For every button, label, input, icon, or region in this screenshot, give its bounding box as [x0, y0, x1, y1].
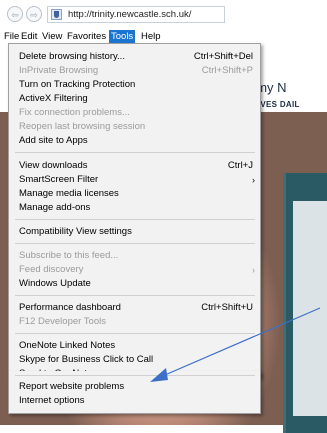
menu-item-manage-media-licenses[interactable]: Manage media licenses — [9, 188, 260, 200]
url-text: http://trinity.newcastle.sch.uk/ — [68, 9, 192, 20]
menu-item-label: Delete browsing history... — [19, 51, 125, 62]
menu-favorites[interactable]: Favorites — [67, 30, 106, 43]
menu-item-manage-add-ons[interactable]: Manage add-ons — [9, 202, 260, 214]
menu-view[interactable]: View — [42, 30, 62, 43]
menu-item-label: Add site to Apps — [19, 135, 88, 146]
menu-item-label: Manage media licenses — [19, 188, 119, 199]
menu-item-shortcut: Ctrl+Shift+P — [201, 65, 253, 76]
menu-item-performance-dashboard[interactable]: Performance dashboard Ctrl+Shift+U — [9, 302, 260, 314]
menu-item-label: Skype for Business Click to Call — [19, 354, 154, 365]
back-arrow-icon: ⇦ — [11, 10, 19, 20]
menu-separator — [15, 219, 255, 220]
menu-item-label: OneNote Linked Notes — [19, 340, 116, 351]
menu-item-label: Compatibility View settings — [19, 226, 132, 237]
menu-item-onenote-linked-notes[interactable]: OneNote Linked Notes — [9, 340, 260, 352]
menu-separator — [15, 152, 255, 153]
site-favicon-icon — [51, 9, 62, 20]
back-button[interactable]: ⇦ — [7, 6, 23, 22]
address-toolbar: ⇦ ⇨ http://trinity.newcastle.sch.uk/ — [0, 0, 327, 29]
menu-item-label: Performance dashboard — [19, 302, 121, 313]
menu-item-tracking-protection[interactable]: Turn on Tracking Protection — [9, 79, 260, 91]
menu-item-label: View downloads — [19, 160, 88, 171]
menu-item-label: Subscribe to this feed... — [19, 250, 119, 261]
submenu-arrow-icon: › — [252, 265, 255, 275]
menu-item-compatibility-view[interactable]: Compatibility View settings — [9, 226, 260, 238]
menu-separator — [15, 375, 255, 376]
menu-item-label: F12 Developer Tools — [19, 316, 106, 327]
menu-item-add-site-to-apps[interactable]: Add site to Apps — [9, 135, 260, 147]
menu-edit[interactable]: Edit — [21, 30, 37, 43]
menu-item-inprivate-browsing[interactable]: InPrivate Browsing Ctrl+Shift+P — [9, 65, 260, 77]
menu-item-label: SmartScreen Filter — [19, 174, 99, 185]
photo-frame-inner — [293, 201, 327, 416]
menu-separator — [15, 333, 255, 334]
menu-item-label: Manage add-ons — [19, 202, 91, 213]
menu-bar: File Edit View Favorites Tools Help — [0, 30, 327, 43]
menu-item-fix-connection[interactable]: Fix connection problems... — [9, 107, 260, 119]
menu-item-shortcut: Ctrl+J — [227, 160, 253, 171]
menu-item-label: Windows Update — [19, 278, 91, 289]
address-bar[interactable]: http://trinity.newcastle.sch.uk/ — [47, 6, 225, 23]
menu-item-internet-options[interactable]: Internet options — [9, 395, 260, 407]
menu-item-reopen-session[interactable]: Reopen last browsing session — [9, 121, 260, 133]
tools-dropdown-menu-bottom: Report website problems Internet options — [8, 371, 261, 414]
menu-item-f12-developer-tools[interactable]: F12 Developer Tools — [9, 316, 260, 328]
menu-item-skype-click-to-call[interactable]: Skype for Business Click to Call — [9, 354, 260, 366]
menu-item-label: Feed discovery — [19, 264, 84, 275]
menu-item-label: Turn on Tracking Protection — [19, 79, 136, 90]
menu-item-label: Fix connection problems... — [19, 107, 130, 118]
forward-button[interactable]: ⇨ — [26, 6, 42, 22]
menu-tools[interactable]: Tools — [109, 30, 136, 43]
menu-item-report-website-problems[interactable]: Report website problems — [9, 381, 260, 393]
menu-item-activex-filtering[interactable]: ActiveX Filtering — [9, 93, 260, 105]
menu-item-shortcut: Ctrl+Shift+U — [201, 302, 253, 313]
menu-item-view-downloads[interactable]: View downloads Ctrl+J — [9, 160, 260, 172]
menu-item-feed-discovery[interactable]: Feed discovery › — [9, 264, 260, 276]
menu-item-windows-update[interactable]: Windows Update — [9, 278, 260, 290]
menu-item-smartscreen-filter[interactable]: SmartScreen Filter › — [9, 174, 260, 186]
menu-item-shortcut: Ctrl+Shift+Del — [193, 51, 253, 62]
menu-item-subscribe-feed[interactable]: Subscribe to this feed... — [9, 250, 260, 262]
menu-help[interactable]: Help — [141, 30, 161, 43]
menu-file[interactable]: File — [4, 30, 19, 43]
menu-item-label: ActiveX Filtering — [19, 93, 88, 104]
tools-dropdown-menu: Delete browsing history... Ctrl+Shift+De… — [8, 43, 261, 379]
menu-item-label: Internet options — [19, 395, 85, 406]
menu-separator — [15, 243, 255, 244]
forward-arrow-icon: ⇨ — [30, 10, 38, 20]
menu-item-label: InPrivate Browsing — [19, 65, 99, 76]
menu-item-delete-browsing-history[interactable]: Delete browsing history... Ctrl+Shift+De… — [9, 51, 260, 63]
submenu-arrow-icon: › — [252, 175, 255, 185]
menu-separator — [15, 295, 255, 296]
menu-item-label: Report website problems — [19, 381, 125, 392]
menu-item-label: Reopen last browsing session — [19, 121, 146, 132]
